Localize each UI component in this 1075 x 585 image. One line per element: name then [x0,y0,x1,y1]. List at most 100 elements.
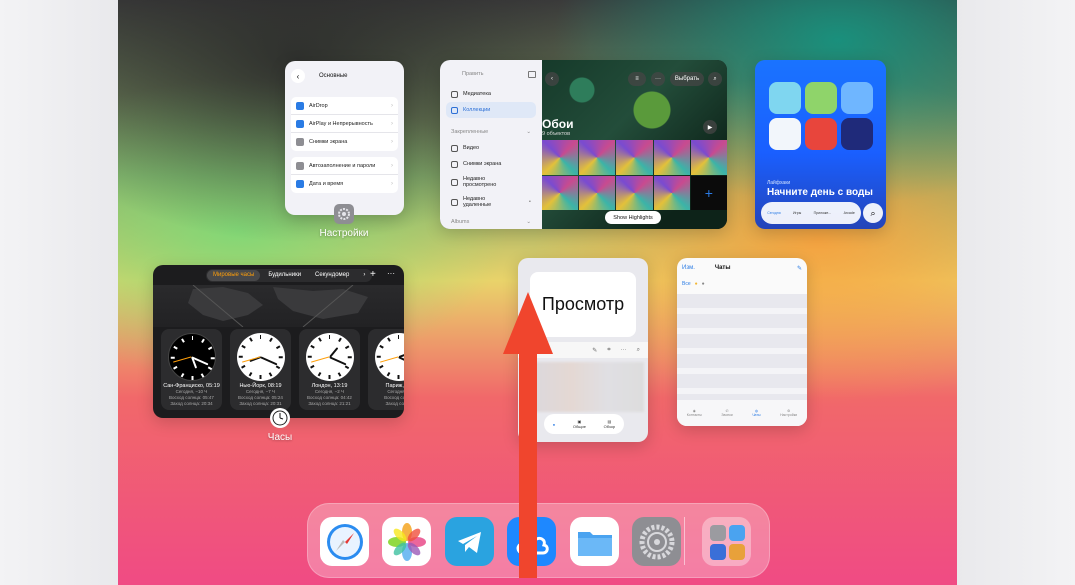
tab-browse[interactable]: ▤ Обзор [604,419,616,429]
clock-tick [386,372,390,377]
clock-tick [268,337,272,342]
clock-tick [248,372,252,377]
albums-section-header[interactable]: Albums ⌄ [446,214,536,229]
clock-tick [386,337,390,342]
play-icon[interactable]: ▶ [703,120,717,134]
photo-thumb[interactable] [542,140,579,175]
settings-caption[interactable]: Настройки [317,204,371,239]
add-clock-button[interactable]: + [370,269,376,280]
filter-all[interactable]: Все [682,281,691,287]
collections-icon [451,106,458,114]
chats-edit-button[interactable]: Изм. [682,265,695,271]
tab-apps[interactable]: Приложе... [814,211,832,215]
more-icon[interactable]: ··· [621,347,627,353]
world-clock-city[interactable]: Париж, 14Сегодня, −Восход солнцЗаход сол… [368,329,404,410]
tab-today[interactable]: Сегодня [767,211,780,215]
folder-icon[interactable]: ● [702,281,705,287]
chats-filter-bar: Все ● ● [677,278,807,290]
telegram-icon[interactable] [445,517,494,566]
world-clock-city[interactable]: Сан-Франциско, 05:19 Сегодня, −10 Ч Восход… [161,329,222,410]
photos-icon[interactable] [382,517,431,566]
app-library-icon[interactable] [702,517,751,566]
photos-edit-button[interactable]: Править [462,71,483,77]
photo-thumb[interactable] [616,175,653,210]
photo-thumb[interactable] [690,140,727,175]
sidebar-item-recently-viewed[interactable]: Недавно просмотрено [446,172,536,192]
tab-games[interactable]: Игры [793,211,801,215]
clock-tick [275,345,280,349]
photo-thumb[interactable] [653,175,690,210]
lock-icon: ▪ [529,199,531,205]
clock-caption[interactable]: Часы [260,408,300,443]
tab-recent[interactable]: ● [553,422,555,427]
clock-tick [307,356,312,358]
settings-row: AirDrop › [291,97,398,115]
clock-app-card[interactable]: Мировые часы Будильники Секундомер › + ·… [153,265,404,418]
chevron-right-icon: › [391,120,393,127]
photos-app-card[interactable]: Править Медиатека Коллекции Закрепленные… [440,60,727,229]
select-button[interactable]: Выбрать [670,72,704,86]
appstore-app-card[interactable]: Лайфхаки Начните день с воды Сегодня Игр… [755,60,886,229]
photo-thumb[interactable] [579,175,616,210]
search-icon[interactable]: ⌕ [708,72,722,86]
world-clock-city[interactable]: Нью-Йорк, 08:19 Сегодня, −7 Ч Восход солнц… [230,329,291,410]
sidebar-item-library[interactable]: Медиатека [446,86,536,102]
messenger-app-card[interactable]: Изм. Чаты ✎ Все ● ● ◉ Контакты ✆ Звонки ◍ Ч… [677,258,807,426]
settings-app-card[interactable]: ‹ Основные AirDrop › AirPlay и Непрерывно… [285,61,404,215]
more-button[interactable]: ··· [651,72,665,86]
safari-icon[interactable] [320,517,369,566]
pinned-section-header[interactable]: Закрепленные ⌄ [446,124,536,140]
show-highlights-button[interactable]: Show Highlights [605,211,661,224]
arrow-head [503,292,553,354]
markup-icon[interactable]: ✎ [592,347,597,354]
clock-tick [344,365,349,369]
world-clock-city[interactable]: Лондон, 13:19 Сегодня, −2 Ч Восход солнца:… [299,329,360,410]
app-switcher-screen: ‹ Основные AirDrop › AirPlay и Непрерывно… [118,0,957,585]
water-drop-icon [841,82,873,114]
files-icon[interactable] [570,517,619,566]
clock-tick [268,372,272,377]
photo-thumb[interactable] [542,175,579,210]
left-bezel [0,0,118,585]
clock-tick [248,337,252,342]
photo-thumb[interactable] [653,140,690,175]
clock-tick [259,375,261,379]
ipad-app-switcher: ‹ Основные AirDrop › AirPlay и Непрерывно… [0,0,1075,585]
tab-chats[interactable]: ◍ Чаты [752,409,760,417]
clock-tick [207,346,212,350]
filter-button[interactable]: ≡ [628,72,646,86]
analog-clock-face [305,333,354,381]
tab-alarms[interactable]: Будильники [262,270,307,281]
clock-tick [309,345,315,349]
tab-settings[interactable]: ⚙ Настройки [780,409,797,417]
tab-calls[interactable]: ✆ Звонки [721,409,732,417]
photo-thumb[interactable] [579,140,616,175]
sidebar-item-screenshots[interactable]: Снимки экрана [446,156,536,172]
tab-shared[interactable]: ▣ Общие [573,419,586,429]
photo-thumb[interactable] [616,140,653,175]
search-icon[interactable]: ⌕ [637,347,640,354]
tab-stopwatch[interactable]: Секундомер [309,270,355,281]
tab-arcade[interactable]: Arcade [844,211,855,215]
new-chat-icon[interactable]: ✎ [797,265,802,272]
scan-icon[interactable]: ⌗ [607,347,610,354]
sidebar-item-recently-deleted[interactable]: Недавно удаленные ▪ [446,192,536,212]
analog-clock-face [236,333,285,381]
back-button[interactable]: ‹ [545,72,559,86]
tab-contacts[interactable]: ◉ Контакты [687,409,702,417]
settings-icon[interactable] [632,517,681,566]
tab-world-clock[interactable]: Мировые часы [207,270,261,281]
app-icon [841,118,873,150]
sidebar-item-videos[interactable]: Видео [446,140,536,156]
search-icon[interactable]: ⌕ [863,203,883,223]
folder-icon[interactable]: ● [695,281,698,287]
add-photo-button[interactable]: + [690,175,727,210]
screenshot-icon [451,160,458,168]
sidebar-toggle-icon[interactable] [528,70,536,78]
clock-tick [328,335,330,339]
sidebar-item-collections[interactable]: Коллекции [446,102,536,118]
chevron-down-icon: ⌄ [526,219,531,225]
chats-header: Изм. Чаты ✎ [677,258,807,278]
more-icon[interactable]: ··· [387,269,395,278]
chevron-right-icon: › [391,162,393,169]
